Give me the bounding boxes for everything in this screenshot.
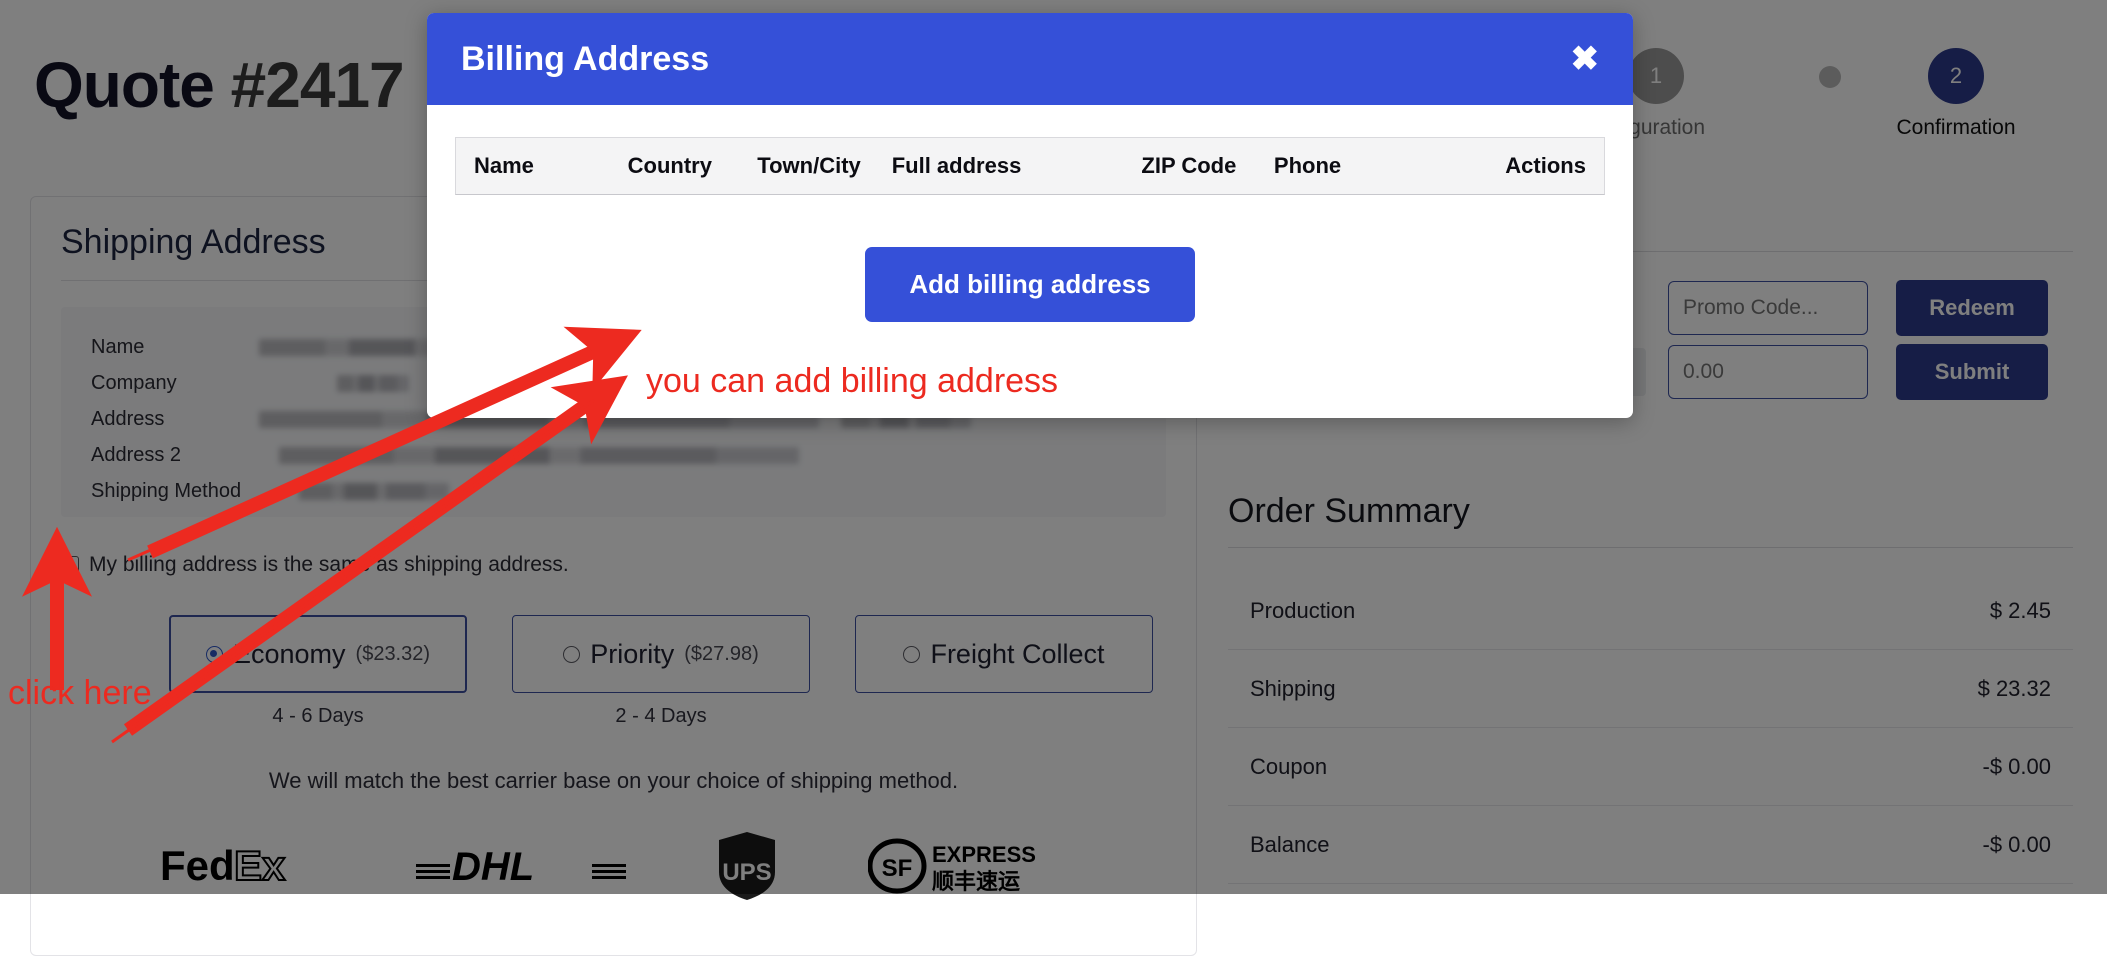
column-header-full-address: Full address xyxy=(892,153,1142,179)
billing-address-modal: Billing Address ✖ Name Country Town/City… xyxy=(427,13,1633,418)
column-header-town-city: Town/City xyxy=(757,153,891,179)
add-billing-address-button[interactable]: Add billing address xyxy=(865,247,1194,322)
column-header-country: Country xyxy=(628,153,758,179)
billing-address-table-header: Name Country Town/City Full address ZIP … xyxy=(455,137,1605,195)
column-header-phone: Phone xyxy=(1274,153,1480,179)
close-icon[interactable]: ✖ xyxy=(1571,42,1600,76)
modal-header: Billing Address ✖ xyxy=(427,13,1633,105)
modal-title: Billing Address xyxy=(461,40,709,79)
column-header-actions: Actions xyxy=(1480,153,1586,179)
column-header-name: Name xyxy=(474,153,628,179)
column-header-zip-code: ZIP Code xyxy=(1141,153,1274,179)
add-billing-address-wrap: Add billing address xyxy=(455,247,1605,322)
modal-body: Name Country Town/City Full address ZIP … xyxy=(427,105,1633,322)
